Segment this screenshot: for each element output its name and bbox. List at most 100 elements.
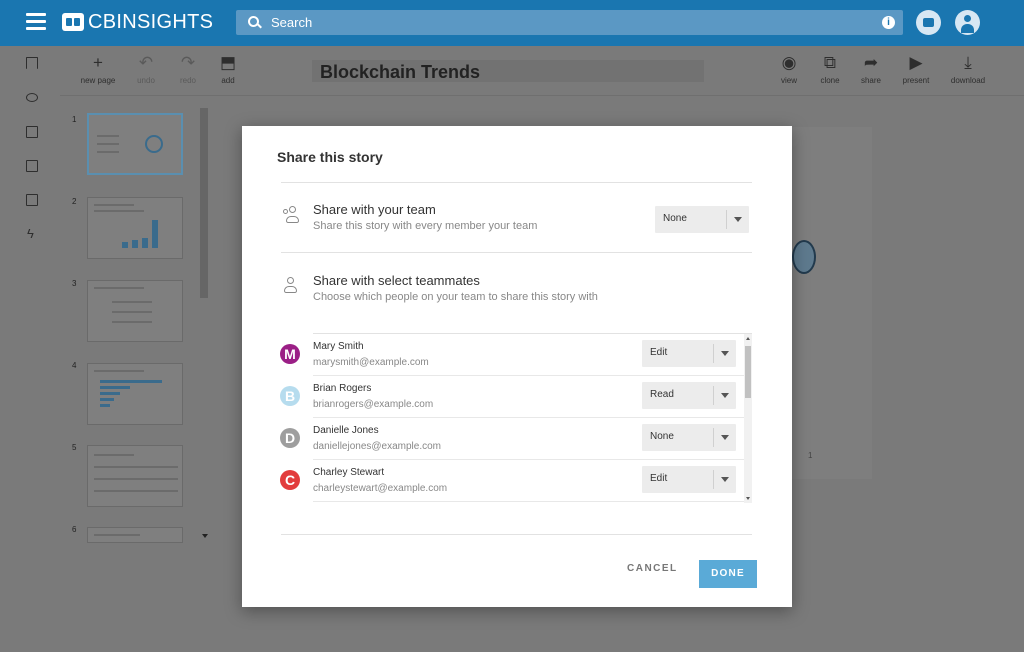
divider [281, 534, 752, 535]
user-account-button[interactable] [955, 10, 980, 35]
bookmark-icon[interactable] [26, 57, 38, 69]
divider [281, 252, 752, 253]
cbinsights-logo[interactable]: CBINSIGHTS [62, 9, 213, 35]
document-title-field[interactable]: Blockchain Trends [312, 60, 704, 82]
slide-thumbnail[interactable] [87, 197, 183, 259]
new-page-label: new page [80, 76, 116, 85]
chevron-down-icon [721, 477, 729, 482]
teammate-email: daniellejones@example.com [313, 441, 441, 452]
scrollbar-thumb[interactable] [745, 346, 751, 398]
page-canvas: 1 [792, 127, 872, 479]
present-icon: ▶ [909, 53, 923, 72]
slide-number: 1 [72, 115, 77, 124]
canvas-page-number: 1 [808, 451, 813, 460]
avatar: D [280, 428, 300, 448]
share-label: share [860, 76, 881, 85]
info-icon[interactable]: i [882, 16, 895, 29]
search-document-icon[interactable] [26, 194, 38, 206]
download-icon: ⤓ [964, 53, 972, 72]
permission-value: None [650, 431, 674, 442]
done-button[interactable]: DONE [699, 560, 757, 588]
permission-value: Read [650, 389, 674, 400]
divider [281, 182, 752, 183]
avatar: C [280, 470, 300, 490]
select-divider [713, 470, 714, 489]
plus-icon: + [93, 53, 103, 72]
slide-number: 2 [72, 197, 77, 206]
teammate-row: D Danielle Jones daniellejones@example.c… [280, 418, 744, 460]
bolt-icon[interactable] [26, 226, 38, 241]
add-label: add [221, 76, 235, 85]
slides-scrollbar[interactable] [200, 108, 208, 298]
slide-number: 5 [72, 443, 77, 452]
team-icon [283, 206, 301, 224]
chevron-down-icon [734, 217, 742, 222]
team-permission-select[interactable]: None [655, 206, 749, 233]
badge-icon [792, 240, 816, 274]
slide-number: 3 [72, 279, 77, 288]
hamburger-menu-icon[interactable] [26, 13, 46, 31]
cancel-button[interactable]: CANCEL [627, 563, 678, 574]
chat-button[interactable] [916, 10, 941, 35]
slide-thumbnail[interactable] [87, 363, 183, 425]
teammate-permission-select[interactable]: Read [642, 382, 736, 409]
slide-number: 4 [72, 361, 77, 370]
teammate-row: C Charley Stewart charleystewart@example… [280, 460, 744, 502]
teammate-name: Charley Stewart [313, 467, 385, 478]
add-icon: ⬒ [219, 53, 237, 72]
team-section-subtitle: Share this story with every member your … [313, 220, 538, 232]
watch-icon[interactable] [26, 93, 38, 102]
teammate-row: B Brian Rogers brianrogers@example.com R… [280, 376, 744, 418]
chevron-down-icon [721, 435, 729, 440]
permission-value: Edit [650, 347, 668, 358]
chevron-down-icon [721, 393, 729, 398]
select-section-subtitle: Choose which people on your team to shar… [313, 291, 598, 303]
teammate-email: brianrogers@example.com [313, 399, 434, 410]
select-divider [726, 210, 727, 229]
logo-text: CBINSIGHTS [88, 10, 214, 33]
teammate-permission-select[interactable]: Edit [642, 466, 736, 493]
teammate-name: Mary Smith [313, 341, 364, 352]
person-icon [283, 277, 301, 295]
scroll-down-icon[interactable] [202, 534, 208, 538]
permission-value: Edit [650, 473, 668, 484]
table-icon[interactable] [26, 160, 38, 172]
search-placeholder: Search [271, 15, 313, 30]
top-nav-bar: CBINSIGHTS Search i [0, 0, 1024, 46]
teammates-scrollbar[interactable] [744, 334, 752, 503]
presentation-icon[interactable] [26, 126, 38, 138]
scroll-up-icon[interactable] [746, 337, 750, 340]
avatar: B [280, 386, 300, 406]
teammate-email: charleystewart@example.com [313, 483, 448, 494]
select-divider [713, 428, 714, 447]
document-title: Blockchain Trends [320, 62, 481, 82]
present-label: present [902, 76, 930, 85]
teammate-permission-select[interactable]: Edit [642, 340, 736, 367]
slides-panel: 1 2 3 4 5 6 [60, 97, 212, 543]
chat-icon [923, 18, 934, 27]
scroll-down-icon[interactable] [746, 497, 750, 500]
add-button[interactable]: ⬒ add [203, 53, 253, 86]
teammate-permission-select[interactable]: None [642, 424, 736, 451]
slide-thumbnail[interactable] [87, 280, 183, 342]
present-button[interactable]: ▶ present [891, 53, 941, 86]
share-story-dialog: Share this story Share with your team Sh… [242, 126, 792, 607]
slide-number: 6 [72, 525, 77, 534]
team-permission-value: None [663, 213, 687, 224]
search-input[interactable]: Search i [236, 10, 903, 35]
teammate-row: M Mary Smith marysmith@example.com Edit [280, 334, 744, 376]
teammate-name: Danielle Jones [313, 425, 379, 436]
new-page-button[interactable]: + new page [73, 53, 123, 86]
teammates-list: M Mary Smith marysmith@example.com Edit … [280, 333, 752, 503]
download-label: download [950, 76, 986, 85]
left-icon-rail [0, 46, 60, 652]
share-button[interactable]: ➦ share [846, 54, 896, 86]
chevron-down-icon [721, 351, 729, 356]
select-divider [713, 386, 714, 405]
search-icon [248, 15, 262, 30]
download-button[interactable]: ⤓ download [943, 53, 993, 86]
dialog-title: Share this story [277, 149, 383, 165]
slide-thumbnail[interactable] [87, 113, 183, 175]
slide-thumbnail[interactable] [87, 527, 183, 543]
slide-thumbnail[interactable] [87, 445, 183, 507]
